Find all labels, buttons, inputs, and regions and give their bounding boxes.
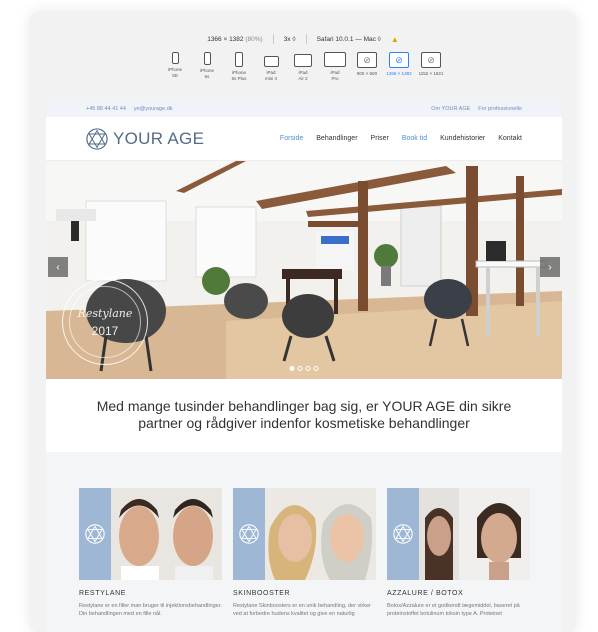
menu-item-kontakt[interactable]: Kontakt [498, 135, 522, 142]
female-faces-photo [265, 488, 376, 580]
device-label: iPad Air 2 [298, 70, 308, 81]
logo-icon [85, 524, 105, 544]
device-800x600[interactable]: ⊘ 800 × 600 [356, 52, 378, 81]
browser-preview-frame: 1366 × 1382 (80%) 3x ◊ Safari 10.0.1 — M… [30, 12, 576, 632]
male-faces-photo [111, 488, 222, 580]
tablet-icon [263, 56, 279, 67]
device-ipad-air-2[interactable]: iPad Air 2 [292, 52, 314, 81]
slider-prev-button[interactable]: ‹ [48, 257, 68, 277]
tagline: Med mange tusinder behandlinger bag sig,… [96, 398, 512, 431]
scale-select[interactable]: 3x ◊ [284, 36, 296, 43]
phone-icon [235, 52, 243, 67]
card-title: SKINBOOSTER [233, 590, 291, 597]
site-navbar: YOUR AGE Forside Behandlinger Priser Boo… [46, 117, 562, 161]
card-image [387, 488, 530, 580]
device-label: iPhone SE [167, 67, 182, 78]
device-label: iPhone 6s [199, 68, 214, 79]
site-topbar: +45 88 44 41 44 ye@yourage.dk Om YOUR AG… [46, 100, 562, 117]
phone-icon [203, 52, 211, 65]
card-title: AZZALURE / BOTOX [387, 590, 464, 597]
hero-slider: Restylane 2017 ‹ › [46, 161, 562, 379]
card-title: RESTYLANE [79, 590, 127, 597]
device-label: 1152 × 1621 [418, 71, 444, 76]
slider-dot[interactable] [289, 366, 295, 371]
device-1366x1382[interactable]: ⊘ 1366 × 1382 [386, 52, 412, 81]
device-list: iPhone SE iPhone 6s iPhone 6s Plus iPad mini… [30, 52, 576, 81]
card-image [79, 488, 222, 580]
tablet-icon [324, 52, 346, 67]
treatment-card-restylane[interactable]: RESTYLANE Restylane er en filler man bru… [79, 488, 222, 627]
logo-icon [393, 524, 413, 544]
device-label: iPad Pro [330, 70, 340, 81]
restylane-award-stamp: Restylane 2017 [62, 279, 148, 365]
card-image [233, 488, 376, 580]
menu-item-priser[interactable]: Priser [371, 135, 389, 142]
phone-link[interactable]: +45 88 44 41 44 [86, 106, 126, 112]
device-iphone-6s[interactable]: iPhone 6s [196, 52, 218, 81]
stamp-ring [69, 286, 141, 358]
menu-item-kundehistorier[interactable]: Kundehistorier [440, 135, 485, 142]
slider-dot[interactable] [305, 366, 311, 371]
warning-icon[interactable]: ▲ [391, 35, 399, 44]
preview-toolbar: 1366 × 1382 (80%) 3x ◊ Safari 10.0.1 — M… [30, 34, 576, 44]
device-label: iPhone 6s Plus [231, 70, 247, 81]
email-link[interactable]: ye@yourage.dk [134, 106, 173, 112]
treatments-section: RESTYLANE Restylane er en filler man bru… [46, 452, 562, 632]
logo-text: YOUR AGE [113, 128, 205, 148]
menu-item-book-tid[interactable]: Book tid [402, 135, 427, 142]
slider-dot[interactable] [297, 366, 303, 371]
menu-item-behandlinger[interactable]: Behandlinger [316, 135, 357, 142]
slider-dot[interactable] [313, 366, 319, 371]
card-logo-strip [79, 488, 111, 580]
compass-icon: ⊘ [357, 52, 377, 68]
logo-icon [86, 127, 108, 150]
device-iphone-se[interactable]: iPhone SE [164, 52, 186, 81]
compass-icon: ⊘ [389, 52, 409, 68]
resolution-label: 1366 × 1382 (80%) [207, 35, 263, 43]
device-label: iPad mini 4 [264, 70, 277, 81]
card-logo-strip [233, 488, 265, 580]
menu-item-forside[interactable]: Forside [280, 135, 303, 142]
divider [305, 34, 307, 44]
device-label: 1366 × 1382 [386, 71, 412, 76]
compass-icon: ⊘ [421, 52, 441, 68]
main-menu: Forside Behandlinger Priser Book tid Kun… [280, 135, 522, 142]
logo-icon [239, 524, 259, 544]
device-ipad-mini-4[interactable]: iPad mini 4 [260, 52, 282, 81]
treatment-card-skinbooster[interactable]: SKINBOOSTER Restylane Skinboosters er en… [233, 488, 376, 627]
slider-dots [289, 366, 319, 371]
card-description: Restylane Skinboosters er en unik behand… [233, 603, 371, 617]
divider [272, 34, 274, 44]
device-ipad-pro[interactable]: iPad Pro [324, 52, 346, 81]
slider-next-button[interactable]: › [540, 257, 560, 277]
treatment-card-azzalure-botox[interactable]: AZZALURE / BOTOX Botox/Azzalure er et go… [387, 488, 530, 627]
browser-select[interactable]: Safari 10.0.1 — Mac ◊ [317, 36, 381, 43]
card-logo-strip [387, 488, 419, 580]
woman-face-photo [419, 488, 530, 580]
device-iphone-6s-plus[interactable]: iPhone 6s Plus [228, 52, 250, 81]
tablet-icon [294, 54, 312, 67]
device-label: 800 × 600 [356, 71, 378, 76]
card-description: Botox/Azzalure er et godkendt lægemiddel… [387, 603, 520, 617]
phone-icon [171, 52, 179, 64]
professionals-link[interactable]: For professionelle [478, 106, 522, 112]
device-1152x1621[interactable]: ⊘ 1152 × 1621 [418, 52, 444, 81]
website-viewport: +45 88 44 41 44 ye@yourage.dk Om YOUR AG… [46, 100, 562, 632]
site-logo[interactable]: YOUR AGE [86, 127, 205, 150]
about-link[interactable]: Om YOUR AGE [431, 106, 470, 112]
card-description: Restylane er en filler man bruger til in… [79, 603, 222, 617]
